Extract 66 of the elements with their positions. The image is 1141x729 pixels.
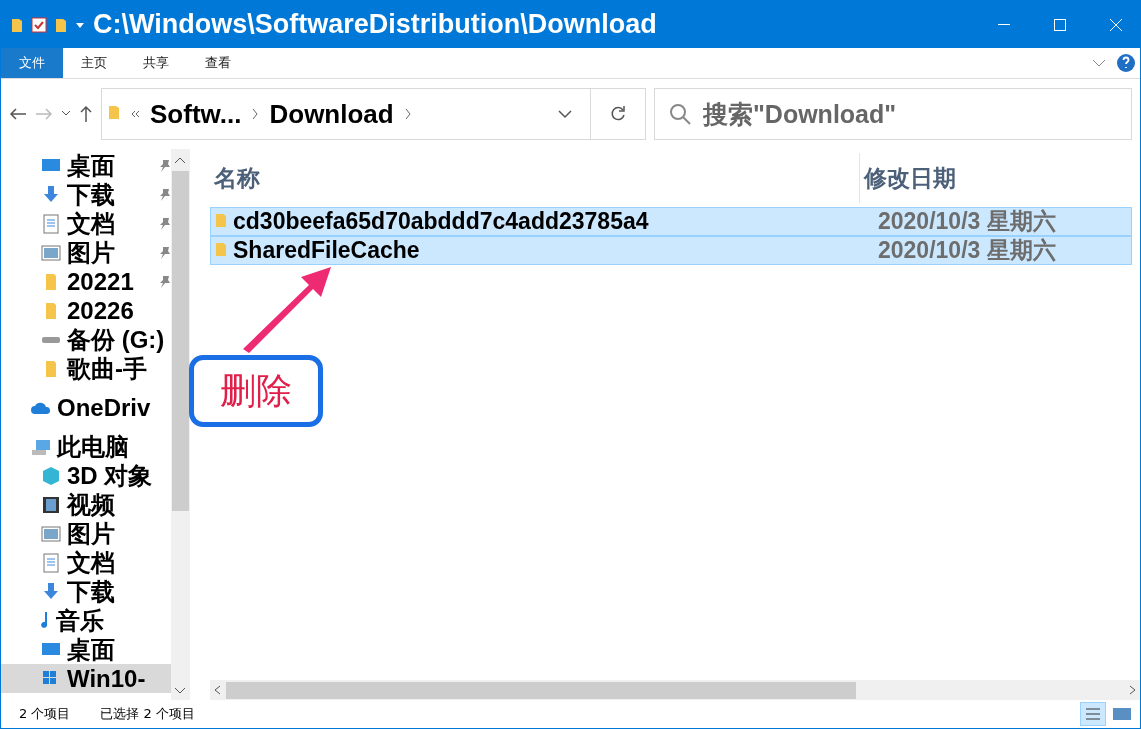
cube-icon: [41, 465, 61, 486]
sidebar-item[interactable]: 备份 (G:): [1, 325, 171, 354]
folder-icon: [108, 104, 120, 120]
sidebar-item[interactable]: 桌面: [1, 635, 171, 664]
sidebar-item[interactable]: 下载: [1, 180, 171, 209]
chevron-down-icon[interactable]: [558, 109, 572, 119]
horizontal-scrollbar[interactable]: [210, 680, 1140, 700]
up-arrow-icon[interactable]: [79, 105, 93, 123]
dropdown-icon[interactable]: [75, 20, 85, 29]
sidebar-item[interactable]: 下载: [1, 577, 171, 606]
sidebar-item[interactable]: 音乐: [1, 606, 171, 635]
sidebar-item[interactable]: 文档: [1, 548, 171, 577]
scroll-down-icon[interactable]: [174, 686, 187, 696]
file-date: 2020/10/3 星期六: [878, 207, 1056, 236]
sidebar-item[interactable]: 20226: [1, 296, 171, 325]
checkbox-icon: [31, 16, 47, 33]
minimize-icon: [998, 24, 1010, 25]
sidebar-item[interactable]: 此电脑: [1, 432, 171, 461]
file-row[interactable]: SharedFileCache 2020/10/3 星期六: [210, 236, 1132, 265]
sidebar-item[interactable]: 20221: [1, 267, 171, 296]
sidebar-item[interactable]: 图片: [1, 519, 171, 548]
ribbon-tab[interactable]: 文件: [1, 48, 63, 78]
folder-icon: [55, 16, 67, 33]
annotation-label: 删除: [220, 368, 292, 413]
maximize-icon: [1054, 18, 1066, 31]
folder-icon: [11, 16, 23, 33]
window-title: C:\Windows\SoftwareDistribution\Download: [93, 9, 657, 40]
back-arrow-icon[interactable]: [9, 107, 27, 121]
sidebar-item[interactable]: 歌曲-手: [1, 354, 171, 383]
chevron-right-icon[interactable]: [251, 108, 260, 120]
folder-icon: [215, 211, 227, 228]
close-icon: [1109, 17, 1123, 32]
document-icon: [41, 552, 61, 573]
sidebar-item[interactable]: 视频: [1, 490, 171, 519]
column-header[interactable]: 修改日期: [860, 153, 1140, 203]
sidebar-item[interactable]: 桌面: [1, 151, 171, 180]
file-date: 2020/10/3 星期六: [878, 236, 1056, 265]
sidebar-item[interactable]: 图片: [1, 238, 171, 267]
address-bar[interactable]: Softw... Download: [101, 88, 646, 140]
breadcrumb[interactable]: Softw...: [140, 98, 252, 130]
sidebar-item[interactable]: 文档: [1, 209, 171, 238]
picture-icon: [41, 242, 61, 263]
chevron-down-icon[interactable]: [61, 110, 71, 118]
sidebar-item[interactable]: OneDriv: [1, 393, 171, 422]
picture-icon: [41, 523, 61, 544]
breadcrumb[interactable]: Download: [259, 98, 404, 130]
sidebar-item[interactable]: 3D 对象: [1, 461, 171, 490]
scroll-up-icon[interactable]: [174, 155, 187, 165]
status-text: 已选择 2 个项目: [100, 705, 195, 723]
music-note-icon: [41, 611, 50, 630]
file-name: cd30beefa65d70abddd7c4add23785a4: [232, 208, 650, 235]
scrollbar[interactable]: [170, 149, 190, 700]
refresh-icon[interactable]: [609, 105, 627, 123]
document-icon: [41, 213, 61, 234]
chevron-right-icon[interactable]: [403, 108, 412, 120]
sidebar-item[interactable]: Win10-: [1, 664, 171, 693]
file-name: SharedFileCache: [232, 237, 421, 264]
film-icon: [41, 494, 61, 515]
file-row[interactable]: cd30beefa65d70abddd7c4add23785a4 2020/10/3 星期六: [210, 207, 1132, 236]
search-field[interactable]: 搜索"Download": [654, 88, 1132, 140]
column-header[interactable]: 名称: [210, 153, 860, 203]
drive-icon: [41, 335, 61, 344]
details-view-icon[interactable]: [1080, 702, 1106, 726]
folder-icon: [215, 240, 227, 257]
status-text: 2 个项目: [19, 705, 71, 723]
search-icon: [668, 102, 692, 126]
